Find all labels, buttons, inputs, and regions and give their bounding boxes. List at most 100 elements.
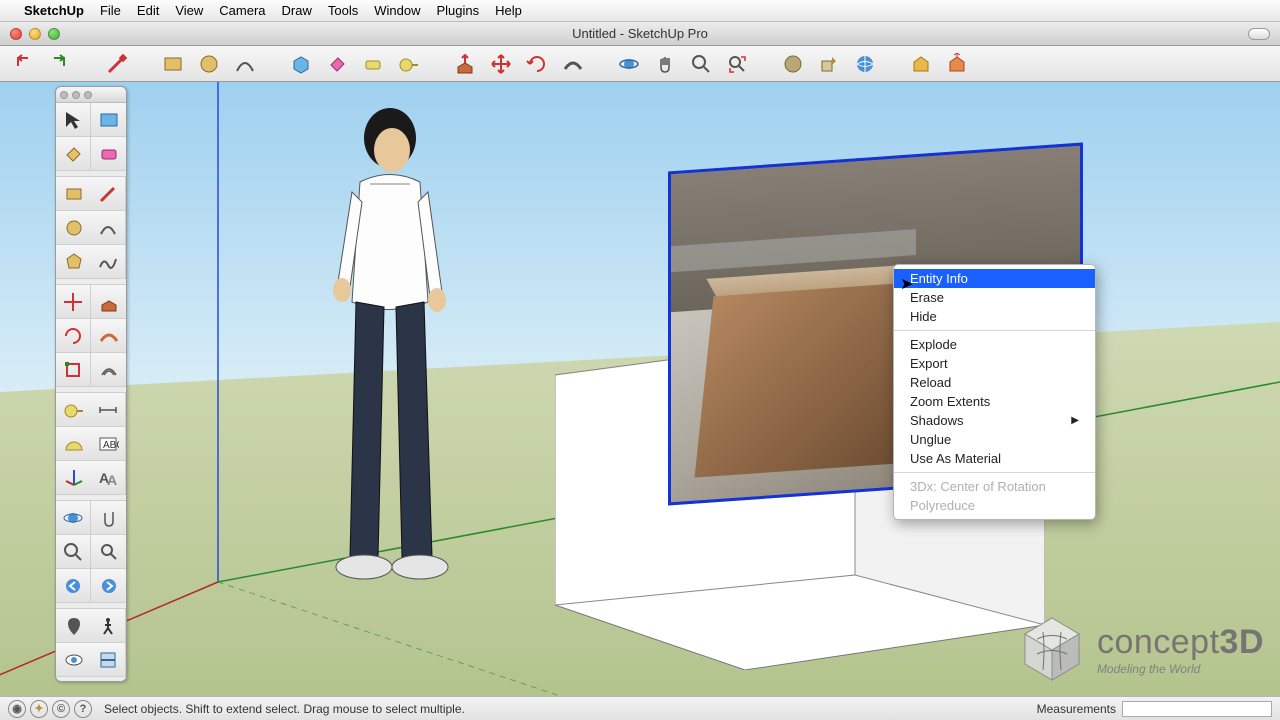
redo-button[interactable]: [46, 50, 76, 78]
tool-arc[interactable]: [91, 211, 126, 245]
palette-header[interactable]: [56, 87, 126, 103]
tool-scale[interactable]: [56, 353, 91, 387]
tool-look-around[interactable]: [56, 643, 91, 677]
paint-bucket-button[interactable]: [322, 50, 352, 78]
window-titlebar[interactable]: Untitled - SketchUp Pro: [0, 22, 1280, 46]
ctx-hide[interactable]: Hide: [894, 307, 1095, 326]
tool-walk[interactable]: [91, 609, 126, 643]
menu-view[interactable]: View: [175, 3, 203, 18]
ctx-polyreduce: Polyreduce: [894, 496, 1095, 515]
ctx-explode[interactable]: Explode: [894, 335, 1095, 354]
tool-polygon[interactable]: [56, 245, 91, 279]
tool-tape-measure[interactable]: [56, 393, 91, 427]
status-bar: ◉ ✦ © ? Select objects. Shift to extend …: [0, 696, 1280, 720]
share-model-button[interactable]: [814, 50, 844, 78]
ctx-separator: [894, 330, 1095, 331]
tool-dimension[interactable]: [91, 393, 126, 427]
tool-pan[interactable]: [91, 501, 126, 535]
geo-location-button[interactable]: [850, 50, 880, 78]
menu-help[interactable]: Help: [495, 3, 522, 18]
ctx-entity-info[interactable]: Entity Info: [894, 269, 1095, 288]
ctx-zoom-extents[interactable]: Zoom Extents: [894, 392, 1095, 411]
tool-rectangle[interactable]: [56, 177, 91, 211]
measurements-input[interactable]: [1122, 701, 1272, 717]
status-credits-icon[interactable]: ©: [52, 700, 70, 718]
scale-figure[interactable]: [320, 102, 460, 592]
menu-camera[interactable]: Camera: [219, 3, 265, 18]
eraser-tool-button[interactable]: [358, 50, 388, 78]
large-toolset-palette[interactable]: ABC AA: [55, 86, 127, 682]
tool-rotate[interactable]: [56, 319, 91, 353]
tool-move[interactable]: [56, 285, 91, 319]
ctx-3dx-center: 3Dx: Center of Rotation: [894, 477, 1095, 496]
svg-text:A: A: [107, 472, 117, 488]
tool-zoom-extents[interactable]: [91, 535, 126, 569]
status-info-icon[interactable]: ◉: [8, 700, 26, 718]
tool-axes[interactable]: [56, 461, 91, 495]
menu-window[interactable]: Window: [374, 3, 420, 18]
status-help-icon[interactable]: ?: [74, 700, 92, 718]
line-tool-button[interactable]: [102, 50, 132, 78]
tool-zoom[interactable]: [56, 535, 91, 569]
tool-component[interactable]: [91, 103, 126, 137]
tool-position-camera[interactable]: [56, 609, 91, 643]
tool-paint-bucket[interactable]: [56, 137, 91, 171]
concept3d-watermark: concept3D Modeling the World: [1017, 614, 1264, 684]
preferences-button[interactable]: [942, 50, 972, 78]
status-hint: Select objects. Shift to extend select. …: [104, 702, 465, 716]
menu-file[interactable]: File: [100, 3, 121, 18]
move-tool-button[interactable]: [486, 50, 516, 78]
menu-tools[interactable]: Tools: [328, 3, 358, 18]
tool-protractor[interactable]: [56, 427, 91, 461]
tape-measure-button[interactable]: [394, 50, 424, 78]
zoom-button[interactable]: [686, 50, 716, 78]
ctx-erase[interactable]: Erase: [894, 288, 1095, 307]
context-menu[interactable]: Entity Info Erase Hide Explode Export Re…: [893, 264, 1096, 520]
ctx-separator: [894, 472, 1095, 473]
tool-offset[interactable]: [91, 353, 126, 387]
rectangle-tool-button[interactable]: [158, 50, 188, 78]
ctx-export[interactable]: Export: [894, 354, 1095, 373]
zoom-extents-button[interactable]: [722, 50, 752, 78]
ctx-reload[interactable]: Reload: [894, 373, 1095, 392]
push-pull-button[interactable]: [450, 50, 480, 78]
window-title: Untitled - SketchUp Pro: [0, 26, 1280, 41]
circle-tool-button[interactable]: [194, 50, 224, 78]
follow-me-button[interactable]: [558, 50, 588, 78]
ctx-shadows[interactable]: Shadows▶: [894, 411, 1095, 430]
app-menu[interactable]: SketchUp: [24, 3, 84, 18]
rotate-tool-button[interactable]: [522, 50, 552, 78]
viewport[interactable]: Entity Info Erase Hide Explode Export Re…: [0, 82, 1280, 696]
arc-tool-button[interactable]: [230, 50, 260, 78]
watermark-brand: concept: [1097, 623, 1220, 661]
tool-follow-me[interactable]: [91, 319, 126, 353]
extension-warehouse-button[interactable]: [906, 50, 936, 78]
ctx-use-as-material[interactable]: Use As Material: [894, 449, 1095, 468]
menu-draw[interactable]: Draw: [282, 3, 312, 18]
tool-previous-view[interactable]: [56, 569, 91, 603]
tool-text[interactable]: ABC: [91, 427, 126, 461]
tool-next-view[interactable]: [91, 569, 126, 603]
tool-circle[interactable]: [56, 211, 91, 245]
tool-section-plane[interactable]: [91, 643, 126, 677]
ctx-unglue[interactable]: Unglue: [894, 430, 1095, 449]
mac-menubar[interactable]: SketchUp File Edit View Camera Draw Tool…: [0, 0, 1280, 22]
tool-line[interactable]: [91, 177, 126, 211]
status-person-icon[interactable]: ✦: [30, 700, 48, 718]
orbit-button[interactable]: [614, 50, 644, 78]
tool-push-pull[interactable]: [91, 285, 126, 319]
make-component-button[interactable]: [286, 50, 316, 78]
undo-button[interactable]: [10, 50, 40, 78]
tool-3d-text[interactable]: AA: [91, 461, 126, 495]
tool-orbit[interactable]: [56, 501, 91, 535]
tool-eraser[interactable]: [91, 137, 126, 171]
tool-select[interactable]: [56, 103, 91, 137]
menu-plugins[interactable]: Plugins: [436, 3, 479, 18]
pan-button[interactable]: [650, 50, 680, 78]
get-models-button[interactable]: [778, 50, 808, 78]
menu-edit[interactable]: Edit: [137, 3, 159, 18]
globe-cube-icon: [1017, 614, 1087, 684]
tool-freehand[interactable]: [91, 245, 126, 279]
submenu-arrow-icon: ▶: [1071, 415, 1079, 426]
svg-text:ABC: ABC: [103, 440, 119, 451]
